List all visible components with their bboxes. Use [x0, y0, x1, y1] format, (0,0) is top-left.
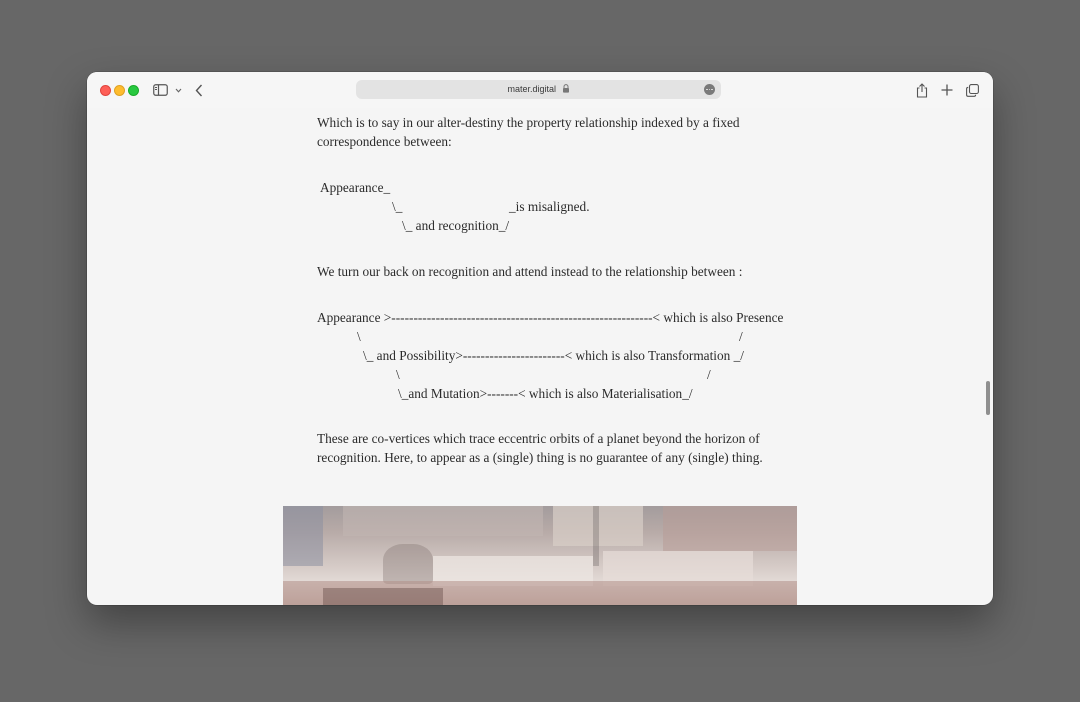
diagram-2-line-4-right: / [707, 367, 711, 382]
zoom-window-button[interactable] [128, 85, 139, 96]
diagram-1-line-1: Appearance_ [320, 180, 391, 195]
browser-toolbar: mater.digital [87, 72, 993, 108]
paragraph-3-line-1: These are co-vertices which trace eccent… [317, 431, 760, 446]
close-window-button[interactable] [100, 85, 111, 96]
diagram-1-line-2-left: \_ [392, 199, 403, 214]
diagram-2-line-1: Appearance >----------------------------… [317, 310, 784, 325]
diagram-1-line-3: \_ and recognition_/ [402, 218, 510, 233]
plus-icon[interactable] [940, 81, 954, 99]
vertical-scrollbar[interactable] [986, 381, 990, 415]
diagram-2-line-2-right: / [739, 329, 743, 344]
diagram-2-line-2-left: \ [357, 329, 361, 344]
paragraph-2: We turn our back on recognition and atte… [317, 264, 743, 279]
address-bar[interactable]: mater.digital [356, 80, 721, 99]
share-icon[interactable] [915, 81, 929, 99]
minimize-window-button[interactable] [114, 85, 125, 96]
tabs-icon[interactable] [965, 81, 979, 99]
browser-window: mater.digital Which is to say in our alt… [87, 72, 993, 605]
diagram-1-line-2-right: _is misaligned. [509, 199, 590, 214]
paragraph-1-line-1: Which is to say in our alter-destiny the… [317, 115, 740, 130]
page-content: Which is to say in our alter-destiny the… [87, 108, 993, 605]
diagram-2-line-5: \_and Mutation>-------< which is also Ma… [398, 386, 693, 401]
chevron-down-icon[interactable] [174, 81, 182, 99]
diagram-2-line-3: \_ and Possibility>---------------------… [363, 348, 744, 363]
article-image [283, 506, 797, 605]
more-icon[interactable] [704, 84, 715, 95]
paragraph-3-line-2: recognition. Here, to appear as a (singl… [317, 450, 763, 465]
diagram-2-line-4-left: \ [396, 367, 400, 382]
sidebar-icon[interactable] [151, 81, 169, 99]
url-text: mater.digital [507, 84, 556, 95]
lock-icon [559, 84, 570, 94]
back-icon[interactable] [193, 81, 205, 99]
paragraph-1-line-2: correspondence between: [317, 134, 452, 149]
